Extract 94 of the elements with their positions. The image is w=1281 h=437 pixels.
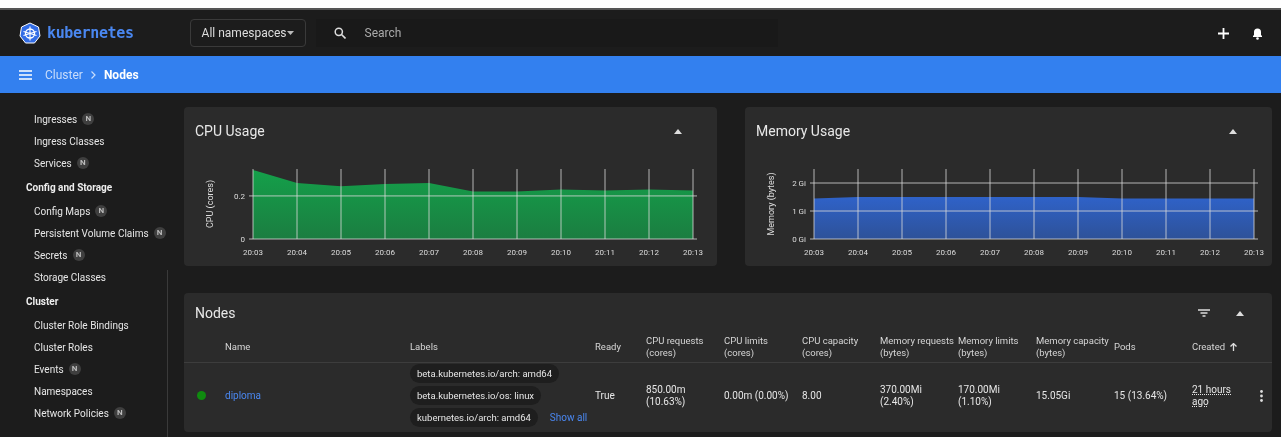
- column-header[interactable]: Created: [1192, 340, 1253, 353]
- x-tick-label: 20:09: [507, 248, 527, 257]
- x-tick-label: 20:06: [375, 248, 395, 257]
- sidebar-item[interactable]: Ingresses N: [0, 108, 170, 130]
- table-cell-text: True: [595, 389, 616, 402]
- plus-icon[interactable]: [1218, 27, 1229, 39]
- node-link[interactable]: diploma: [225, 389, 410, 402]
- column-header[interactable]: Memory limits (bytes): [958, 334, 1036, 359]
- sort-arrow-icon: [1230, 342, 1238, 351]
- chart-title: CPU Usage: [195, 121, 265, 141]
- sidebar-item[interactable]: Namespaces: [0, 380, 170, 402]
- chart-title: Memory Usage: [756, 121, 851, 141]
- new-badge: N: [153, 227, 166, 239]
- table-cell-text: 0.00m (0.00%): [724, 389, 790, 402]
- table-cell-text: 15 (13.64%): [1114, 389, 1169, 402]
- sidebar-item[interactable]: Cluster Role Bindings: [0, 314, 170, 336]
- x-tick-label: 20:03: [243, 248, 263, 257]
- collapse-icon[interactable]: [1236, 310, 1244, 316]
- table-cell-text: 8.00: [802, 389, 823, 402]
- x-tick-label: 20:10: [1112, 248, 1132, 257]
- new-badge: N: [76, 157, 89, 169]
- new-badge: N: [82, 113, 95, 125]
- table-cell-text: 370.00Mi (2.40%): [880, 383, 923, 408]
- column-header[interactable]: Memory requests (bytes): [880, 334, 958, 359]
- x-tick-label: 20:13: [1244, 248, 1264, 257]
- breadcrumb-current: Nodes: [103, 66, 139, 84]
- x-tick-label: 20:06: [936, 248, 956, 257]
- sidebar-item[interactable]: Cluster Roles: [0, 336, 170, 358]
- x-tick-label: 20:13: [683, 248, 703, 257]
- created-time: 21 hours ago: [1192, 383, 1232, 408]
- new-badge: N: [68, 363, 81, 375]
- column-header[interactable]: Ready: [595, 340, 646, 353]
- y-tick-label: 0 Gi: [792, 235, 806, 244]
- table-cell-text: 15.05Gi: [1036, 389, 1072, 402]
- y-tick-label: 0.2: [233, 191, 245, 201]
- y-axis-label: Memory (bytes): [766, 172, 776, 236]
- brand-name[interactable]: kubernetes: [47, 21, 134, 45]
- y-tick-label: 0: [240, 235, 245, 244]
- sidebar-item[interactable]: Events N: [0, 358, 170, 380]
- y-tick-label: 2 Gi: [792, 179, 806, 188]
- menu-icon[interactable]: [19, 69, 32, 80]
- sidebar-item[interactable]: Storage Classes: [0, 266, 170, 288]
- sidebar-item[interactable]: Persistent Volume Claims N: [0, 222, 170, 244]
- table-cell-text: 170.00Mi (1.10%): [958, 383, 1001, 408]
- column-header[interactable]: Pods: [1114, 340, 1192, 353]
- sidebar-section-title[interactable]: Cluster: [0, 288, 170, 314]
- x-tick-label: 20:12: [639, 248, 659, 257]
- x-tick-label: 20:07: [419, 248, 439, 257]
- namespace-select[interactable]: All namespaces: [189, 19, 306, 47]
- x-tick-label: 20:11: [595, 248, 615, 257]
- search-icon: [333, 27, 346, 39]
- x-tick-label: 20:08: [463, 248, 483, 257]
- label-chip: beta.kubernetes.io/arch: amd64: [410, 364, 559, 383]
- collapse-icon[interactable]: [1229, 128, 1237, 134]
- card-title: Nodes: [195, 303, 236, 323]
- collapse-icon[interactable]: [674, 128, 682, 134]
- column-header[interactable]: CPU capacity (cores): [802, 334, 880, 359]
- label-chip: kubernetes.io/arch: amd64: [410, 408, 538, 427]
- label-chip: beta.kubernetes.io/os: linux: [410, 386, 542, 405]
- new-badge: N: [95, 205, 108, 217]
- sidebar-item[interactable]: Ingress Classes: [0, 130, 170, 152]
- sidebar-item[interactable]: Secrets N: [0, 244, 170, 266]
- column-header[interactable]: CPU requests (cores): [646, 334, 724, 359]
- column-header[interactable]: CPU limits (cores): [724, 334, 802, 359]
- column-header[interactable]: Memory capacity (bytes): [1036, 334, 1114, 359]
- new-badge: N: [113, 407, 126, 419]
- x-tick-label: 20:05: [892, 248, 912, 257]
- x-tick-label: 20:03: [804, 248, 824, 257]
- x-tick-label: 20:08: [1024, 248, 1044, 257]
- y-axis-label: CPU (cores): [205, 180, 215, 228]
- x-tick-label: 20:05: [331, 248, 351, 257]
- caret-icon: [286, 31, 294, 35]
- new-badge: N: [72, 249, 85, 261]
- y-tick-label: 1 Gi: [792, 207, 806, 216]
- show-all-link[interactable]: Show all: [549, 411, 588, 424]
- logo-icon: [19, 22, 41, 44]
- sidebar-item[interactable]: Services N: [0, 152, 170, 174]
- chevron-icon: [90, 70, 96, 79]
- x-tick-label: 20:11: [1156, 248, 1176, 257]
- bell-icon[interactable]: [1252, 26, 1263, 40]
- sidebar-section-title[interactable]: Config and Storage: [0, 174, 170, 200]
- x-tick-label: 20:04: [848, 248, 868, 257]
- column-header[interactable]: Labels: [410, 340, 595, 353]
- filter-icon[interactable]: [1198, 309, 1210, 317]
- more-options-icon[interactable]: [1260, 389, 1263, 402]
- sidebar-item[interactable]: Config Maps N: [0, 200, 170, 222]
- table-cell-text: 850.00m (10.63%): [646, 383, 687, 408]
- x-tick-label: 20:07: [980, 248, 1000, 257]
- sidebar-item[interactable]: Network Policies N: [0, 402, 170, 424]
- column-header[interactable]: Name: [225, 340, 410, 353]
- x-tick-label: 20:12: [1200, 248, 1220, 257]
- x-tick-label: 20:09: [1068, 248, 1088, 257]
- x-tick-label: 20:04: [287, 248, 307, 257]
- x-tick-label: 20:10: [551, 248, 571, 257]
